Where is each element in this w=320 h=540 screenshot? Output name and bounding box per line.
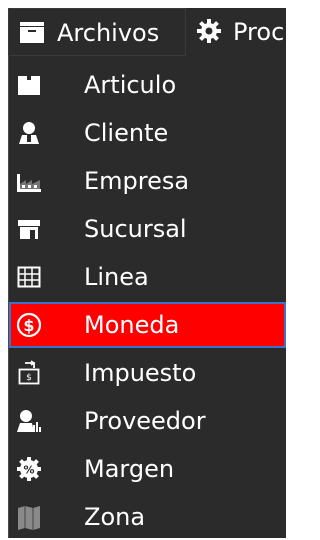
svg-text:$: $: [26, 373, 32, 383]
currency-icon: $: [16, 312, 42, 338]
menu-proc[interactable]: Proc: [186, 8, 286, 56]
menu-item-margen[interactable]: % Margen: [9, 446, 286, 492]
svg-text:%: %: [23, 464, 34, 477]
grid-icon: [17, 266, 41, 288]
menu-item-moneda[interactable]: $ Moneda: [9, 302, 286, 348]
person-icon: [19, 122, 39, 144]
percent-icon: %: [17, 457, 41, 481]
menu-item-label: Cliente: [84, 119, 169, 147]
menu-item-label: Articulo: [84, 71, 177, 99]
menu-item-cliente[interactable]: Cliente: [9, 110, 286, 156]
tax-icon: $: [18, 360, 40, 385]
menu-item-label: Proveedor: [84, 407, 206, 435]
menu-archivos[interactable]: Archivos: [8, 8, 186, 56]
box-icon: [18, 76, 40, 95]
menu-item-label: Zona: [84, 503, 146, 531]
supplier-icon: [17, 410, 41, 432]
menu-item-label: Margen: [84, 455, 175, 483]
menu-archivos-label: Archivos: [57, 19, 160, 47]
menu-item-label: Linea: [84, 263, 149, 291]
menu-item-articulo[interactable]: Articulo: [9, 62, 286, 108]
menu-proc-label: Proc: [233, 18, 285, 46]
menu-item-impuesto[interactable]: $ Impuesto: [9, 350, 286, 396]
factory-icon: [17, 174, 41, 192]
menu-item-label: Sucursal: [84, 215, 187, 243]
menu-bar: Archivos Proc: [0, 0, 286, 56]
menu-item-sucursal[interactable]: Sucursal: [9, 206, 286, 252]
menu-item-empresa[interactable]: Empresa: [9, 158, 286, 204]
map-icon: [18, 506, 40, 530]
menu-item-label: Empresa: [84, 167, 190, 195]
menu-item-linea[interactable]: Linea: [9, 254, 286, 300]
gear-icon: [197, 19, 221, 43]
menu-item-proveedor[interactable]: Proveedor: [9, 398, 286, 444]
menu-item-label: Impuesto: [84, 359, 197, 387]
folder-icon: [20, 22, 44, 43]
store-icon: [18, 220, 40, 239]
archivos-dropdown: Articulo Cliente Empresa Sucursal Linea …: [8, 56, 286, 538]
menu-item-label: Moneda: [84, 311, 180, 339]
svg-text:$: $: [23, 316, 34, 335]
menu-item-zona[interactable]: Zona: [9, 494, 286, 540]
